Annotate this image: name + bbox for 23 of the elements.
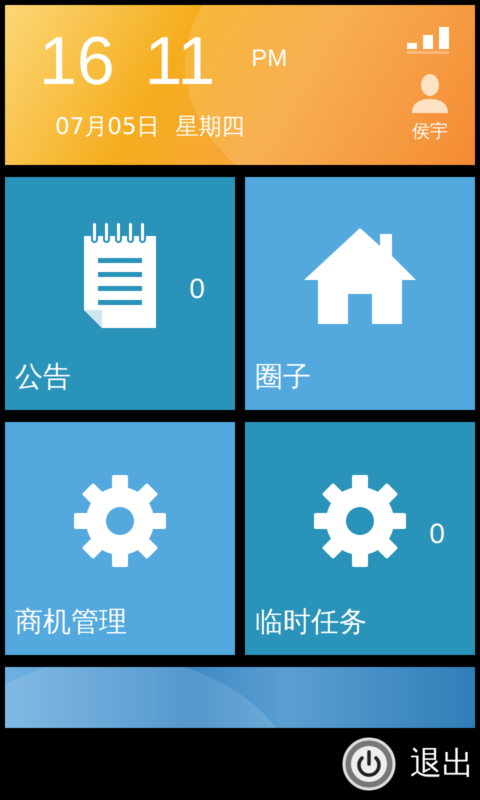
gear-icon xyxy=(312,472,408,568)
menu-tile[interactable]: 圈子 xyxy=(245,177,475,410)
count-label: 0 xyxy=(429,518,445,550)
date-text: 07月05日 xyxy=(55,113,160,142)
house-icon xyxy=(302,226,418,326)
exit-button[interactable]: 退出 xyxy=(342,737,474,791)
tile-label: 圈子 xyxy=(255,359,311,395)
menu-tile[interactable]: 0 临时任务 xyxy=(245,422,475,655)
menu-tile[interactable]: 商机管理 xyxy=(5,422,235,655)
am-pm-label: PM xyxy=(251,45,288,73)
user-name: 侯宇 xyxy=(412,120,448,143)
power-icon xyxy=(342,737,396,791)
clock-hour: 16 xyxy=(39,22,115,101)
notepad-icon xyxy=(82,222,158,330)
tile-label: 临时任务 xyxy=(255,604,367,640)
menu-tile[interactable]: 0 公告 xyxy=(5,177,235,410)
tile-label: 公告 xyxy=(15,359,71,395)
banner-tile[interactable] xyxy=(5,667,475,728)
gear-icon xyxy=(72,472,168,568)
count-label: 0 xyxy=(189,273,205,305)
clock-minute: 11 xyxy=(144,22,216,101)
tile-label: 商机管理 xyxy=(15,604,127,640)
weekday-text: 星期四 xyxy=(176,113,245,142)
